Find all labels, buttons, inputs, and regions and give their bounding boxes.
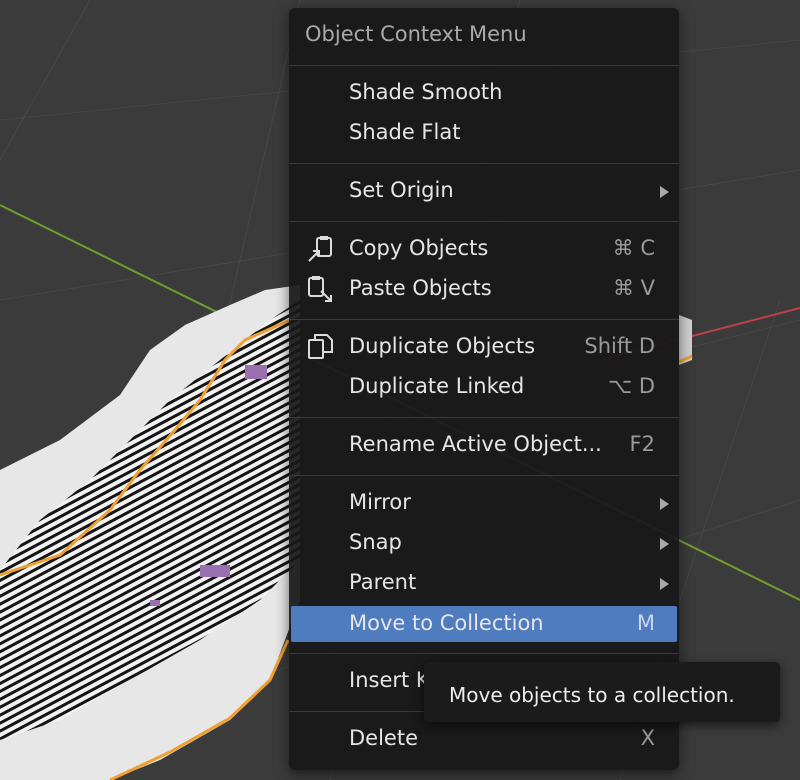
menu-separator	[289, 417, 679, 418]
menu-item-label: Duplicate Linked	[349, 374, 525, 398]
chevron-right-icon	[660, 186, 669, 198]
menu-item-label: Move to Collection	[349, 611, 544, 635]
menu-item-label: Duplicate Objects	[349, 334, 536, 358]
shortcut-label: ⌘ V	[612, 276, 655, 300]
duplicate-objects-icon	[308, 334, 333, 359]
shortcut-label: ⌥ D	[607, 374, 655, 398]
tooltip: Move objects to a collection.	[424, 662, 780, 722]
menu-item-duplicate-linked[interactable]: Duplicate Linked ⌥ D	[291, 369, 677, 405]
menu-item-label: Mirror	[349, 490, 411, 514]
menu-item-label: Set Origin	[349, 178, 454, 202]
menu-item-parent[interactable]: Parent	[291, 565, 677, 601]
menu-item-shade-smooth[interactable]: Shade Smooth	[291, 75, 677, 111]
menu-item-rename-active-object[interactable]: Rename Active Object... F2	[291, 427, 677, 463]
chevron-right-icon	[660, 538, 669, 550]
menu-item-copy-objects[interactable]: Copy Objects ⌘ C	[291, 231, 677, 267]
menu-item-snap[interactable]: Snap	[291, 525, 677, 561]
menu-item-label: Shade Flat	[349, 120, 461, 144]
menu-separator	[289, 65, 679, 66]
paste-objects-icon	[308, 276, 332, 302]
menu-item-move-to-collection[interactable]: Move to Collection M	[291, 606, 677, 642]
menu-separator	[289, 475, 679, 476]
shortcut-label: M	[636, 611, 655, 635]
menu-item-label: Parent	[349, 570, 417, 594]
chevron-right-icon	[660, 578, 669, 590]
menu-item-label: Delete	[349, 726, 418, 750]
shortcut-label: X	[640, 726, 655, 750]
menu-title: Object Context Menu	[305, 22, 527, 46]
menu-separator	[289, 319, 679, 320]
menu-item-delete[interactable]: Delete X	[291, 721, 677, 757]
menu-separator	[289, 653, 679, 654]
copy-objects-icon	[308, 236, 332, 262]
menu-separator	[289, 221, 679, 222]
menu-separator	[289, 163, 679, 164]
shortcut-label: F2	[629, 432, 655, 456]
menu-item-paste-objects[interactable]: Paste Objects ⌘ V	[291, 271, 677, 307]
menu-item-label: Snap	[349, 530, 402, 554]
chevron-right-icon	[660, 498, 669, 510]
menu-item-set-origin[interactable]: Set Origin	[291, 173, 677, 209]
menu-item-duplicate-objects[interactable]: Duplicate Objects Shift D	[291, 329, 677, 365]
shortcut-label: Shift D	[584, 334, 655, 358]
menu-item-label: Shade Smooth	[349, 80, 503, 104]
menu-item-shade-flat[interactable]: Shade Flat	[291, 115, 677, 151]
tooltip-text: Move objects to a collection.	[449, 683, 735, 707]
menu-item-mirror[interactable]: Mirror	[291, 485, 677, 521]
shortcut-label: ⌘ C	[612, 236, 655, 260]
object-context-menu: Object Context Menu Shade Smooth Shade F…	[289, 8, 679, 770]
menu-item-label: Copy Objects	[349, 236, 489, 260]
menu-item-label: Paste Objects	[349, 276, 492, 300]
menu-item-label: Rename Active Object...	[349, 432, 602, 456]
